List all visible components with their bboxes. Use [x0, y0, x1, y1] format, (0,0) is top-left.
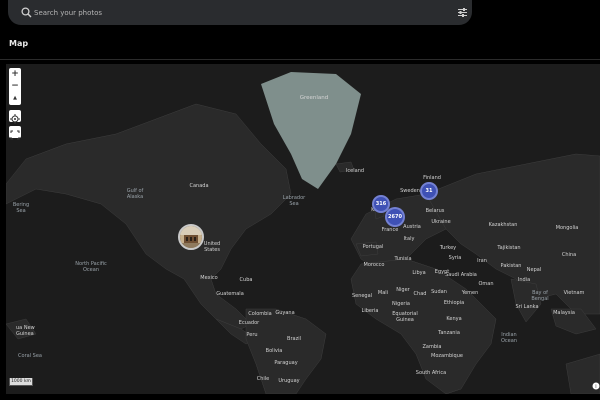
compass-reset-button[interactable]: ▲: [9, 92, 21, 104]
label-bolivia: Bolivia: [265, 348, 283, 354]
label-gulf-alaska: Gulf of Alaska: [126, 188, 144, 200]
page-header: Map: [0, 34, 600, 60]
label-sweden: Sweden: [400, 188, 420, 194]
label-turkey: Turkey: [439, 245, 457, 251]
label-ethiopia: Ethiopia: [443, 300, 465, 306]
label-colombia: Colombia: [248, 311, 272, 317]
label-niger: Niger: [396, 287, 410, 293]
map-scale-bar: 1000 km: [9, 378, 33, 386]
label-senegal: Senegal: [351, 293, 373, 299]
label-oman: Oman: [478, 281, 494, 287]
search-input[interactable]: [34, 4, 434, 21]
label-syria: Syria: [448, 255, 462, 261]
label-indian-ocean: Indian Ocean: [501, 332, 517, 344]
label-vietnam: Vietnam: [563, 290, 585, 296]
label-tajikistan: Tajikistan: [497, 245, 521, 251]
page-title: Map: [9, 39, 29, 48]
label-india: India: [517, 277, 531, 283]
label-sudan: Sudan: [431, 289, 447, 295]
label-equatorial-guinea: Equatorial Guinea: [392, 311, 418, 323]
zoom-out-button[interactable]: −: [9, 80, 21, 92]
label-nepal: Nepal: [526, 267, 542, 273]
label-kenya: Kenya: [446, 316, 462, 322]
label-finland: Finland: [423, 175, 441, 181]
search-icon: [21, 7, 32, 18]
label-coral-sea: Coral Sea: [18, 353, 42, 359]
top-bar: [0, 0, 600, 30]
label-mexico: Mexico: [200, 275, 218, 281]
map-base-layer: [6, 64, 600, 394]
label-iran: Iran: [477, 258, 487, 264]
label-paraguay: Paraguay: [274, 360, 298, 366]
label-chile: Chile: [256, 376, 270, 382]
label-mali: Mali: [377, 290, 389, 296]
label-canada: Canada: [189, 183, 209, 189]
zoom-controls: + − ▲: [9, 68, 21, 105]
label-pakistan: Pakistan: [500, 263, 522, 269]
label-liberia: Liberia: [361, 308, 379, 314]
label-tanzania: Tanzania: [438, 330, 460, 336]
label-yemen: Yemen: [461, 290, 479, 296]
label-mozambique: Mozambique: [431, 353, 463, 359]
label-libya: Libya: [412, 270, 426, 276]
label-belarus: Belarus: [425, 208, 445, 214]
label-chad: Chad: [413, 291, 427, 297]
label-zambia: Zambia: [422, 344, 442, 350]
label-tunisia: Tunisia: [394, 256, 412, 262]
label-guatemala: Guatemala: [216, 291, 244, 297]
label-sri-lanka: Sri Lanka: [515, 304, 539, 310]
label-brazil: Brazil: [287, 336, 301, 342]
label-nigeria: Nigeria: [392, 301, 410, 307]
label-mongolia: Mongolia: [555, 225, 579, 231]
label-kazakhstan: Kazakhstan: [488, 222, 518, 228]
label-austria: Austria: [403, 224, 421, 230]
svg-text:i: i: [595, 384, 596, 390]
label-papua-new-guinea: ua New Guinea: [16, 325, 35, 337]
label-greenland: Greenland: [299, 95, 329, 101]
label-bering-sea: Bering Sea: [12, 202, 30, 214]
label-portugal: Portugal: [362, 244, 384, 250]
label-labrador-sea: Labrador Sea: [282, 195, 306, 207]
map-view[interactable]: Greenland Iceland Canada Gulf of Alaska …: [6, 64, 600, 394]
label-uruguay: Uruguay: [278, 378, 300, 384]
label-italy: Italy: [403, 236, 415, 242]
label-cuba: Cuba: [239, 277, 253, 283]
label-peru: Peru: [246, 332, 258, 338]
info-icon[interactable]: i: [592, 382, 600, 390]
label-ecuador: Ecuador: [238, 320, 260, 326]
label-ukraine: Ukraine: [431, 219, 451, 225]
label-morocco: Morocco: [363, 262, 385, 268]
photo-cluster[interactable]: 2670: [385, 207, 405, 227]
locate-button[interactable]: [9, 110, 21, 124]
label-north-pacific: North Pacific Ocean: [75, 261, 107, 273]
fullscreen-button[interactable]: [9, 126, 21, 140]
label-saudi-arabia: Saudi Arabia: [445, 272, 477, 278]
label-bay-of-bengal: Bay of Bengal: [531, 290, 549, 302]
photo-cluster[interactable]: 31: [420, 182, 438, 200]
label-south-africa: South Africa: [415, 370, 447, 376]
label-iceland: Iceland: [345, 168, 365, 174]
label-malaysia: Malaysia: [553, 310, 575, 316]
photo-thumbnail-image: [180, 226, 202, 248]
photo-thumbnail-marker[interactable]: [178, 224, 204, 250]
label-china: China: [561, 252, 577, 258]
label-united-states: United States: [203, 241, 221, 253]
zoom-in-button[interactable]: +: [9, 68, 21, 80]
crosshair-icon: [10, 114, 20, 124]
search-bar[interactable]: [8, 0, 472, 25]
label-guyana: Guyana: [275, 310, 295, 316]
filter-settings-icon[interactable]: [456, 6, 469, 19]
label-france: France: [381, 227, 399, 233]
fullscreen-icon: [10, 130, 20, 140]
